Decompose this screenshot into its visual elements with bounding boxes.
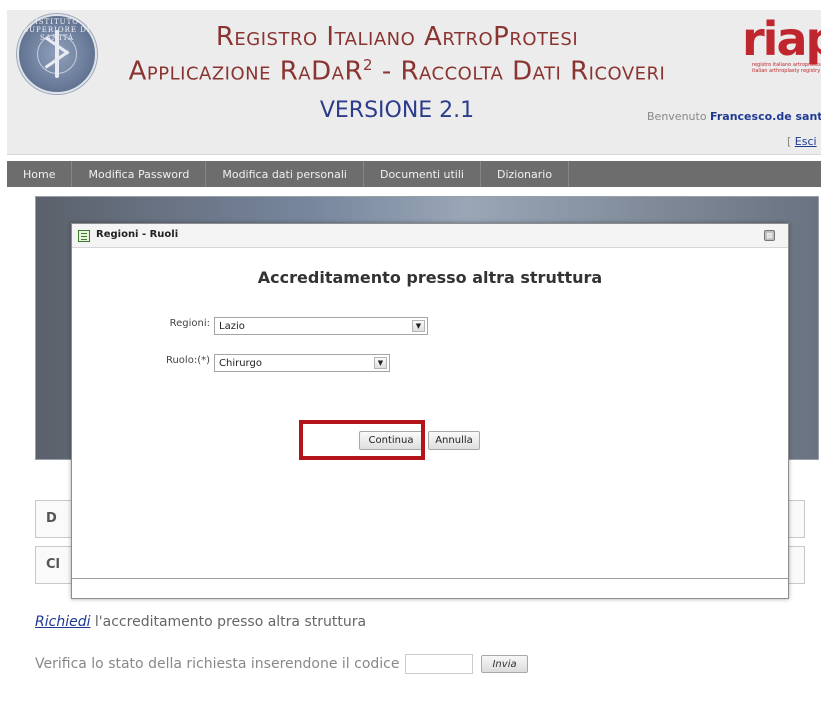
app-title-line2: Applicazione RaDaR2 - Raccolta Dati Rico… — [107, 56, 687, 87]
regioni-select[interactable]: Lazio ▼ — [214, 317, 428, 335]
dialog-heading: Accreditamento presso altra struttura — [257, 268, 603, 287]
invia-button[interactable]: Invia — [481, 655, 528, 673]
dialog-title: Regioni - Ruoli — [96, 229, 179, 240]
ruolo-select-value: Chirurgo — [219, 358, 262, 369]
app-title-superscript: 2 — [363, 56, 374, 74]
riap-logo-word: riap — [742, 16, 821, 66]
request-text: l'accreditamento presso altra struttura — [90, 614, 367, 630]
regioni-ruoli-dialog: Regioni - Ruoli ⊠ Accreditamento presso … — [71, 223, 789, 599]
header: ISTITUTO SUPERIORE DI SANITÀ Registro It… — [7, 10, 821, 155]
section-panel-c-label: Cl — [46, 557, 60, 572]
request-code-input[interactable] — [405, 654, 474, 674]
riap-logo: riap registro italiano artroprotesi ital… — [742, 16, 821, 76]
iss-seal-logo: ISTITUTO SUPERIORE DI SANITÀ — [17, 14, 97, 94]
continua-button[interactable]: Continua — [359, 431, 423, 450]
chevron-down-icon[interactable]: ▼ — [412, 320, 425, 332]
welcome-user: Francesco.de santis — [710, 110, 821, 123]
nav-item-documenti-utili[interactable]: Documenti utili — [364, 161, 481, 187]
main-nav: Home Modifica Password Modifica dati per… — [7, 161, 821, 187]
request-link[interactable]: Richiedi — [35, 614, 90, 630]
nav-item-home[interactable]: Home — [7, 161, 73, 187]
verify-request-line: Verifica lo stato della richiesta insere… — [35, 654, 528, 674]
annulla-button[interactable]: Annulla — [428, 431, 480, 450]
ruolo-select[interactable]: Chirurgo ▼ — [214, 354, 390, 372]
dialog-titlebar[interactable]: Regioni - Ruoli ⊠ — [72, 224, 788, 248]
section-panel-d-label: D — [46, 511, 57, 526]
app-title-subtitle: - Raccolta Dati Ricoveri — [373, 56, 666, 87]
logout-bracket-close: ] — [817, 135, 821, 148]
app-title-line1: Registro Italiano ArtroProtesi — [215, 22, 579, 52]
close-icon[interactable]: ⊠ — [764, 230, 775, 241]
chevron-down-icon[interactable]: ▼ — [374, 357, 387, 369]
nav-item-modifica-dati-personali[interactable]: Modifica dati personali — [206, 161, 364, 187]
regioni-label: Regioni: — [169, 318, 210, 329]
riap-logo-tagline-2: italian arthroplasty registry — [752, 68, 821, 74]
request-accreditation-line: Richiedi l'accreditamento presso altra s… — [35, 614, 366, 630]
dialog-footer-divider — [72, 578, 788, 579]
page: ISTITUTO SUPERIORE DI SANITÀ Registro It… — [7, 10, 821, 709]
app-title-name: Applicazione RaDaR — [128, 56, 364, 87]
app-version: VERSIONE 2.1 — [319, 98, 475, 123]
logout-link[interactable]: Esci — [795, 135, 817, 148]
nav-item-dizionario[interactable]: Dizionario — [481, 161, 570, 187]
logout-bracket-open: [ — [787, 135, 795, 148]
form-icon — [78, 230, 90, 242]
nav-item-modifica-password[interactable]: Modifica Password — [72, 161, 207, 187]
verify-text: Verifica lo stato della richiesta insere… — [35, 656, 400, 672]
welcome-text: Benvenuto Francesco.de santis — [647, 110, 821, 123]
welcome-prefix: Benvenuto — [647, 110, 711, 123]
ruolo-label: Ruolo:(*) — [165, 355, 210, 366]
regioni-select-value: Lazio — [219, 321, 245, 332]
logout-area: [ Esci ] — [787, 135, 821, 148]
